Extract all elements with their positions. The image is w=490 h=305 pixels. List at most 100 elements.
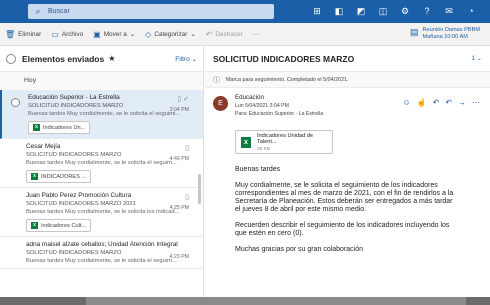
reminder[interactable]: ▤ Reunión Damas PBBM Mañana 10:00 AM (410, 27, 480, 41)
reminder-title: Reunión Damas PBBM (422, 27, 480, 33)
body-paragraph: Buenas tardes (235, 166, 281, 173)
attachment-card[interactable]: x Indicadores Unidad de Talent... 25 KB (235, 130, 333, 154)
search-box[interactable]: ⌕ Buscar (28, 4, 274, 19)
attachment-name: Indicadores Un... (43, 124, 86, 131)
attachment-name: Indicadores Cult... (41, 222, 87, 229)
chevron-down-icon: ⌄ (190, 31, 196, 38)
timestamp: 4:23 PM (169, 254, 189, 260)
timestamp: 4:25 PM (169, 205, 189, 211)
reading-pane: SOLICITUD INDICADORES MARZO 1 ⌄ ⓘ Marca … (205, 46, 490, 305)
notifications-icon[interactable]: ◔ (460, 4, 482, 19)
filter-label: Filtro (175, 55, 190, 63)
count-label: 1 (471, 55, 476, 62)
emoji-icon[interactable]: ☺ (402, 98, 410, 107)
teams-icon[interactable]: ⊞ (306, 4, 328, 19)
filter-button[interactable]: Filtro ⌄ (175, 55, 197, 63)
attachment-chip[interactable]: x Indicadores Cult... (26, 219, 92, 232)
chevron-down-icon: ⌄ (129, 31, 136, 38)
delete-label: Eliminar (18, 30, 42, 38)
attachment-icon: ▯ (185, 145, 189, 152)
recipients: Para: Educación Superior - La Estrella (235, 111, 324, 117)
like-icon[interactable]: ☝ (417, 98, 427, 107)
calendar-reminder-icon: ▤ (409, 27, 419, 37)
attachment-name: INDICADORES ... (41, 173, 87, 180)
preview: Buenas tardes Muy cordialmente, se le so… (26, 160, 177, 166)
trash-icon: 🗑 (5, 29, 16, 39)
folder-title: Elementos enviados (22, 53, 105, 64)
info-icon: ⓘ (213, 76, 220, 84)
list-header: Elementos enviados ★ Filtro ⌄ (0, 46, 203, 72)
group-header: Hoy (0, 72, 203, 90)
preview: Buenas tardes Muy cordialmente, se le so… (26, 258, 177, 264)
reading-header: SOLICITUD INDICADORES MARZO 1 ⌄ (205, 46, 490, 72)
message-header: E Educación Lun 5/04/2021 3:04 PM Para: … (205, 88, 490, 128)
message-list-pane: Elementos enviados ★ Filtro ⌄ Hoy ▯ ✓ Ed… (0, 46, 204, 305)
more-icon[interactable]: ⋯ (472, 98, 480, 107)
archive-button[interactable]: ▭ Archivo (46, 30, 88, 39)
taskbar-strip-inner (86, 297, 466, 305)
body-paragraph: Recuerden describir el seguimiento de lo… (235, 222, 450, 237)
attachment-icon: ▯ (185, 194, 189, 201)
tag-icon: ◇ (145, 29, 152, 39)
message-body: Buenas tardes Muy cordialmente, se le so… (205, 154, 455, 254)
attachment-chip[interactable]: x INDICADORES ... (26, 170, 92, 183)
search-icon: ⌕ (35, 6, 41, 16)
onenote-icon[interactable]: ◩ (350, 4, 372, 19)
help-icon[interactable]: ? (416, 4, 438, 19)
reply-all-icon[interactable]: ↶ (445, 98, 452, 107)
message-actions: ☺ ☝ ↶ ↶ → ⋯ (402, 98, 480, 107)
sender: Juan Pablo Perez Promoción Cultura (26, 192, 132, 199)
check-icon[interactable]: ✓ (183, 96, 189, 103)
list-item[interactable]: ▯ Cesar Mejía SOLICITUD INDICADORES MARZ… (0, 139, 203, 188)
undo-icon: ↶ (205, 29, 213, 39)
move-to-button[interactable]: ▣ Mover a ⌄ (88, 30, 140, 39)
top-bar: ⌕ Buscar ⊞ ◧ ◩ ◫ ⚙ ? ✉ ◔ (0, 0, 490, 23)
excel-icon: x (241, 136, 251, 148)
attachment-size: 25 KB (257, 146, 271, 152)
preview: Buenas tardes Muy cordialmente, se le so… (28, 111, 181, 117)
list-item[interactable]: adna maisel alzate ceballos; Unidad Aten… (0, 237, 203, 269)
undo-button[interactable]: ↶ Deshacer (201, 30, 248, 39)
attachment-icon: ▯ (177, 96, 182, 103)
list-item-actions: ▯ ✓ (177, 95, 189, 103)
outlook-icon[interactable]: ◧ (328, 4, 350, 19)
flag-status: ⓘ Marca para seguimiento. Completado el … (205, 72, 490, 88)
calendar-icon[interactable]: ◫ (372, 4, 394, 19)
delete-button[interactable]: 🗑 Eliminar (0, 30, 46, 39)
subject: SOLICITUD INDICADORES MARZO (28, 103, 124, 109)
select-radio[interactable] (11, 98, 20, 107)
body-paragraph: Muchas gracias por su gran colaboración (235, 246, 364, 253)
subject: SOLICITUD INDICADORES MARZO 2021 (26, 201, 136, 207)
avatar: E (213, 96, 228, 111)
list-item[interactable]: ▯ Juan Pablo Perez Promoción Cultura SOL… (0, 188, 203, 237)
search-input[interactable]: Buscar (48, 8, 70, 15)
timestamp: 4:49 PM (169, 156, 189, 162)
excel-icon: x (33, 124, 40, 131)
categorize-label: Categorizar (154, 30, 188, 38)
subject: SOLICITUD INDICADORES MARZO (26, 250, 122, 256)
subject: SOLICITUD INDICADORES MARZO (26, 152, 122, 158)
body-paragraph: Muy cordialmente, se le solicita el segu… (235, 182, 454, 213)
email-subject: SOLICITUD INDICADORES MARZO (213, 53, 355, 64)
reply-icon[interactable]: ↶ (433, 98, 440, 107)
star-icon[interactable]: ★ (108, 54, 115, 63)
more-commands-button[interactable]: ··· (248, 31, 264, 38)
categorize-button[interactable]: ◇ Categorizar ⌄ (140, 30, 201, 39)
feedback-icon[interactable]: ✉ (438, 4, 460, 19)
more-label: ··· (252, 30, 260, 38)
archive-label: Archivo (61, 30, 84, 38)
forward-icon[interactable]: → (458, 98, 466, 107)
taskbar-strip (0, 297, 490, 305)
sender: adna maisel alzate ceballos; Unidad Aten… (26, 241, 178, 248)
excel-icon: x (31, 222, 38, 229)
top-icons: ⊞ ◧ ◩ ◫ ⚙ ? ✉ ◔ (306, 4, 482, 19)
flag-text: Marca para seguimiento. Completado el 5/… (226, 76, 349, 83)
gear-icon[interactable]: ⚙ (394, 4, 416, 19)
select-all-checkbox[interactable] (6, 53, 16, 64)
reminder-time: Mañana 10:00 AM (422, 34, 468, 40)
timestamp: 3:04 PM (169, 107, 189, 113)
list-item[interactable]: ▯ ✓ Educación Superior - La Estrella SOL… (0, 90, 203, 139)
conversation-count[interactable]: 1 ⌄ (472, 55, 482, 62)
attachment-chip[interactable]: x Indicadores Un... (28, 121, 91, 134)
list-scrollbar[interactable] (198, 174, 201, 204)
